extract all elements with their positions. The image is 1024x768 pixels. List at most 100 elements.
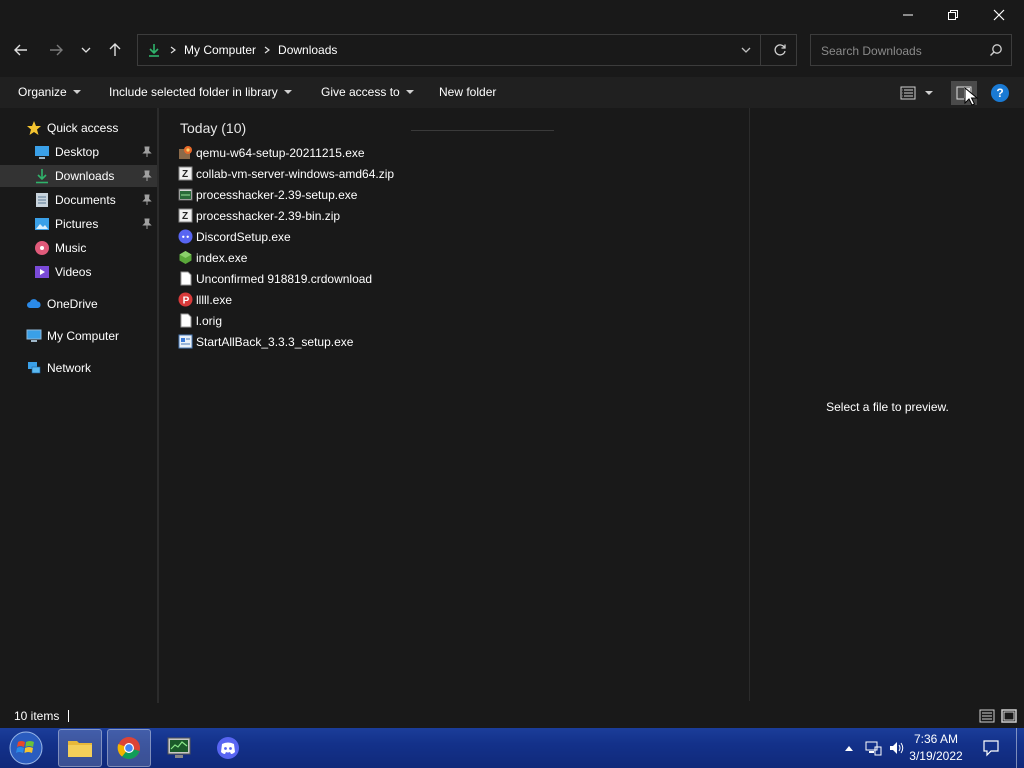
group-header[interactable]: Today (10) [180,120,246,136]
system-clock[interactable]: 7:36 AM 3/19/2022 [904,731,968,765]
sidebar-item-documents[interactable]: Documents [0,189,157,211]
details-view-icon[interactable] [979,709,995,723]
restore-button[interactable] [930,0,976,30]
navigation-pane: Quick access Desktop Downloads Documents… [0,108,157,701]
file-name: StartAllBack_3.3.3_setup.exe [196,334,354,349]
preview-message: Select a file to preview. [826,400,949,414]
desktop-icon [35,146,49,159]
breadcrumb-my-computer[interactable]: My Computer [184,43,256,57]
search-input[interactable] [819,42,983,60]
sidebar-item-downloads[interactable]: Downloads [0,165,157,187]
status-divider [68,710,69,722]
back-button[interactable] [9,38,33,62]
pictures-icon [35,218,49,230]
clock-time: 7:36 AM [913,732,959,746]
taskbar-discord[interactable] [206,729,250,767]
downloads-icon [149,44,159,57]
minimize-button[interactable] [885,0,931,30]
search-box[interactable] [810,34,1012,66]
show-hidden-icons-icon[interactable] [844,744,854,752]
chevron-down-icon [72,90,81,94]
file-item[interactable]: Z collab-vm-server-windows-amd64.zip [178,163,394,184]
file-name: qemu-w64-setup-20211215.exe [196,145,365,160]
file-item[interactable]: index.exe [178,247,247,268]
sidebar-item-my-computer[interactable]: My Computer [0,325,157,347]
cloud-icon [27,299,41,308]
refresh-icon[interactable] [773,43,787,57]
sidebar-item-videos[interactable]: Videos [0,261,157,283]
computer-icon [26,329,42,342]
taskbar-chrome[interactable] [107,729,151,767]
new-folder-button[interactable]: New folder [439,85,496,99]
give-access-menu[interactable]: Give access to [321,85,414,99]
file-name: processhacker-2.39-setup.exe [196,187,358,202]
help-icon[interactable]: ? [991,84,1009,102]
include-in-library-menu[interactable]: Include selected folder in library [109,85,292,99]
sidebar-item-quick-access[interactable]: Quick access [0,117,157,139]
sidebar-item-onedrive[interactable]: OneDrive [0,293,157,315]
forward-button[interactable] [44,38,68,62]
documents-icon [36,193,48,207]
monitor-app-icon [167,737,191,758]
file-item[interactable]: DiscordSetup.exe [178,226,291,247]
file-name: processhacker-2.39-bin.zip [196,208,341,223]
taskbar-process-hacker[interactable] [157,729,201,767]
details-view-icon [900,86,916,100]
change-view-button[interactable] [900,84,940,102]
address-history-chevron-icon[interactable] [740,44,752,56]
show-desktop-button[interactable] [1016,728,1024,768]
sidebar-item-pictures[interactable]: Pictures [0,213,157,235]
sidebar-item-music[interactable]: Music [0,237,157,259]
discord-icon [178,229,193,244]
file-name: collab-vm-server-windows-amd64.zip [196,166,395,181]
address-bar[interactable]: My Computer Downloads [137,34,797,66]
file-item[interactable]: StartAllBack_3.3.3_setup.exe [178,331,353,352]
sidebar-item-label: Pictures [55,217,99,231]
large-icons-view-icon[interactable] [1001,709,1017,723]
start-button[interactable] [6,729,46,767]
restore-icon [948,10,958,20]
sidebar-item-desktop[interactable]: Desktop [0,141,157,163]
file-item[interactable]: processhacker-2.39-setup.exe [178,184,357,205]
blank-file-icon [180,313,192,328]
discord-icon [217,737,239,759]
status-bar: 10 items [0,703,1024,728]
windows-logo-icon [9,731,43,765]
include-in-library-label: Include selected folder in library [109,85,278,99]
search-icon[interactable] [989,43,1003,57]
mouse-cursor-icon [964,87,979,106]
arrow-up-icon [109,43,121,56]
minimize-icon [903,14,913,16]
pin-icon[interactable] [141,218,153,230]
sidebar-item-label: Downloads [55,169,115,183]
file-item[interactable]: Z processhacker-2.39-bin.zip [178,205,340,226]
organize-menu[interactable]: Organize [18,85,81,99]
network-status-icon[interactable] [864,740,882,756]
chrome-icon [117,737,140,759]
notifications-icon[interactable] [982,739,1000,757]
sidebar-item-label: Music [55,241,87,255]
file-item[interactable]: P lllll.exe [178,289,232,310]
up-button[interactable] [103,38,127,62]
file-item[interactable]: l.orig [178,310,222,331]
close-button[interactable] [976,0,1022,30]
file-name: lllll.exe [196,292,233,307]
pin-icon[interactable] [141,170,153,182]
sidebar-item-label: Quick access [47,121,119,135]
pin-icon[interactable] [141,194,153,206]
taskbar-file-explorer[interactable] [58,729,102,767]
pin-icon[interactable] [141,146,153,158]
breadcrumb-downloads[interactable]: Downloads [278,43,337,57]
sidebar-item-network[interactable]: Network [0,357,157,379]
network-icon [28,362,41,374]
file-item[interactable]: qemu-w64-setup-20211215.exe [178,142,365,163]
divider [760,35,761,65]
recent-locations-button[interactable] [74,38,98,62]
file-item[interactable]: Unconfirmed 918819.crdownload [178,268,372,289]
sidebar-item-label: Documents [55,193,116,207]
chevron-right-icon [170,46,176,54]
star-icon [27,121,41,135]
svg-text:Z: Z [182,211,188,222]
organize-label: Organize [18,85,67,99]
give-access-label: Give access to [321,85,400,99]
